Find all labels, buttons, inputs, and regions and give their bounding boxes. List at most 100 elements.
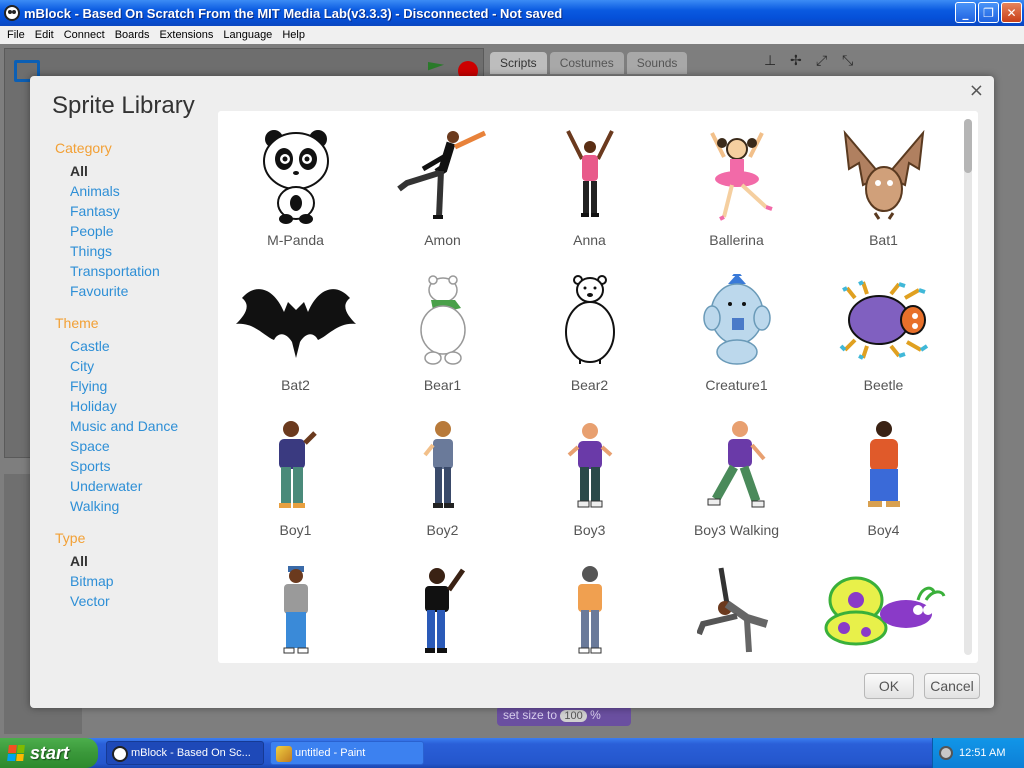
category-people[interactable]: People bbox=[55, 221, 215, 241]
menu-file[interactable]: File bbox=[2, 29, 30, 41]
scroll-thumb[interactable] bbox=[964, 119, 972, 173]
sprite-boy2[interactable]: Boy2 bbox=[369, 401, 516, 546]
breakdancer-icon bbox=[672, 556, 802, 663]
theme-underwater[interactable]: Underwater bbox=[55, 476, 215, 496]
sprite-name: Bear1 bbox=[423, 377, 462, 393]
sprite-boy3-walking[interactable]: Boy3 Walking bbox=[663, 401, 810, 546]
tab-sounds[interactable]: Sounds bbox=[626, 52, 688, 74]
sprite-boy1[interactable]: Boy1 bbox=[222, 401, 369, 546]
sprite-creature1[interactable]: Creature1 bbox=[663, 256, 810, 401]
editor-tabs: Scripts Costumes Sounds bbox=[490, 52, 688, 74]
ok-button[interactable]: OK bbox=[864, 673, 914, 699]
menu-help[interactable]: Help bbox=[277, 29, 310, 41]
sprite-bat1[interactable]: Bat1 bbox=[810, 111, 957, 256]
theme-castle[interactable]: Castle bbox=[55, 336, 215, 356]
windows-logo-icon bbox=[7, 745, 25, 761]
tab-scripts[interactable]: Scripts bbox=[490, 52, 547, 74]
library-scrollbar[interactable] bbox=[964, 119, 972, 655]
sprite-ballerina[interactable]: Ballerina bbox=[663, 111, 810, 256]
beetle-icon bbox=[819, 266, 949, 374]
sprite-grid-panel: M-Panda Amon Anna Ballerina Bat1 Bat2 Be… bbox=[218, 111, 978, 663]
theme-space[interactable]: Space bbox=[55, 436, 215, 456]
boy-icon bbox=[231, 411, 361, 519]
boy-icon bbox=[378, 556, 508, 663]
mblock-panda-icon bbox=[4, 5, 20, 21]
sprite-name: Boy1 bbox=[279, 522, 312, 538]
sprite-boy5[interactable] bbox=[222, 546, 369, 663]
type-vector[interactable]: Vector bbox=[55, 591, 215, 611]
menu-edit[interactable]: Edit bbox=[30, 29, 59, 41]
dialog-title: Sprite Library bbox=[52, 92, 195, 119]
bear-outline-icon bbox=[525, 266, 655, 374]
window-title: mBlock - Based On Scratch From the MIT M… bbox=[24, 5, 563, 21]
paint-icon bbox=[276, 746, 292, 762]
cut-icon[interactable]: ✢ bbox=[790, 54, 806, 68]
close-icon[interactable]: × bbox=[969, 80, 984, 101]
theme-flying[interactable]: Flying bbox=[55, 376, 215, 396]
sprite-name: Boy3 bbox=[573, 522, 606, 538]
theme-walking[interactable]: Walking bbox=[55, 496, 215, 516]
sprite-m-panda[interactable]: M-Panda bbox=[222, 111, 369, 256]
start-button[interactable]: start bbox=[0, 738, 98, 768]
sprite-name: Amon bbox=[424, 232, 461, 248]
tab-costumes[interactable]: Costumes bbox=[549, 52, 624, 74]
stamp-icon[interactable]: ⊥ bbox=[764, 54, 780, 68]
type-all[interactable]: All bbox=[55, 551, 215, 571]
menu-bar: File Edit Connect Boards Extensions Lang… bbox=[0, 26, 1024, 44]
sprite-breakdancer[interactable] bbox=[663, 546, 810, 663]
close-window-button[interactable]: ✕ bbox=[1001, 2, 1022, 23]
sprite-bear1[interactable]: Bear1 bbox=[369, 256, 516, 401]
menu-connect[interactable]: Connect bbox=[59, 29, 110, 41]
theme-music-and-dance[interactable]: Music and Dance bbox=[55, 416, 215, 436]
sprite-anna[interactable]: Anna bbox=[516, 111, 663, 256]
menu-extensions[interactable]: Extensions bbox=[155, 29, 219, 41]
theme-sports[interactable]: Sports bbox=[55, 456, 215, 476]
boy-icon bbox=[525, 411, 655, 519]
taskbar-item-paint[interactable]: untitled - Paint bbox=[270, 741, 424, 765]
block-text: set size to bbox=[503, 708, 558, 722]
sprite-boy6[interactable] bbox=[369, 546, 516, 663]
category-favourite[interactable]: Favourite bbox=[55, 281, 215, 301]
category-things[interactable]: Things bbox=[55, 241, 215, 261]
sprite-beetle[interactable]: Beetle bbox=[810, 256, 957, 401]
set-size-block: set size to 100 % bbox=[497, 706, 631, 726]
sprite-bat2[interactable]: Bat2 bbox=[222, 256, 369, 401]
sprite-name: Bat2 bbox=[281, 377, 310, 393]
taskbar-item-label: untitled - Paint bbox=[295, 747, 366, 759]
sprite-butterfly[interactable] bbox=[810, 546, 957, 663]
type-bitmap[interactable]: Bitmap bbox=[55, 571, 215, 591]
sprite-amon[interactable]: Amon bbox=[369, 111, 516, 256]
bat-silhouette-icon bbox=[231, 266, 361, 374]
category-all[interactable]: All bbox=[55, 161, 215, 181]
sprite-grid: M-Panda Amon Anna Ballerina Bat1 Bat2 Be… bbox=[218, 111, 958, 663]
category-fantasy[interactable]: Fantasy bbox=[55, 201, 215, 221]
grow-icon[interactable]: ⤢ bbox=[816, 54, 832, 68]
butterfly-icon bbox=[819, 556, 949, 663]
tray-app-icon[interactable] bbox=[939, 746, 953, 760]
theme-holiday[interactable]: Holiday bbox=[55, 396, 215, 416]
block-value: 100 bbox=[560, 710, 587, 722]
category-group: Category All Animals Fantasy People Thin… bbox=[55, 138, 215, 301]
minimize-button[interactable]: _ bbox=[955, 2, 976, 23]
sprite-name: Boy3 Walking bbox=[693, 522, 780, 538]
shrink-icon[interactable]: ⤡ bbox=[842, 54, 858, 68]
sprite-name: Anna bbox=[573, 232, 606, 248]
person-icon bbox=[525, 121, 655, 229]
sprite-bear2[interactable]: Bear2 bbox=[516, 256, 663, 401]
sprite-boy7[interactable] bbox=[516, 546, 663, 663]
mblock-panda-icon bbox=[112, 746, 128, 762]
cancel-button[interactable]: Cancel bbox=[924, 673, 980, 699]
taskbar-item-mblock[interactable]: mBlock - Based On Sc... bbox=[106, 741, 264, 765]
theme-city[interactable]: City bbox=[55, 356, 215, 376]
start-label: start bbox=[30, 742, 70, 763]
sprite-boy4[interactable]: Boy4 bbox=[810, 401, 957, 546]
category-animals[interactable]: Animals bbox=[55, 181, 215, 201]
clock: 12:51 AM bbox=[959, 747, 1006, 759]
menu-language[interactable]: Language bbox=[218, 29, 277, 41]
sprite-name: M-Panda bbox=[267, 232, 324, 248]
maximize-button[interactable]: ❐ bbox=[978, 2, 999, 23]
sprite-boy3[interactable]: Boy3 bbox=[516, 401, 663, 546]
sprite-name: Beetle bbox=[863, 377, 904, 393]
category-transportation[interactable]: Transportation bbox=[55, 261, 215, 281]
menu-boards[interactable]: Boards bbox=[110, 29, 155, 41]
